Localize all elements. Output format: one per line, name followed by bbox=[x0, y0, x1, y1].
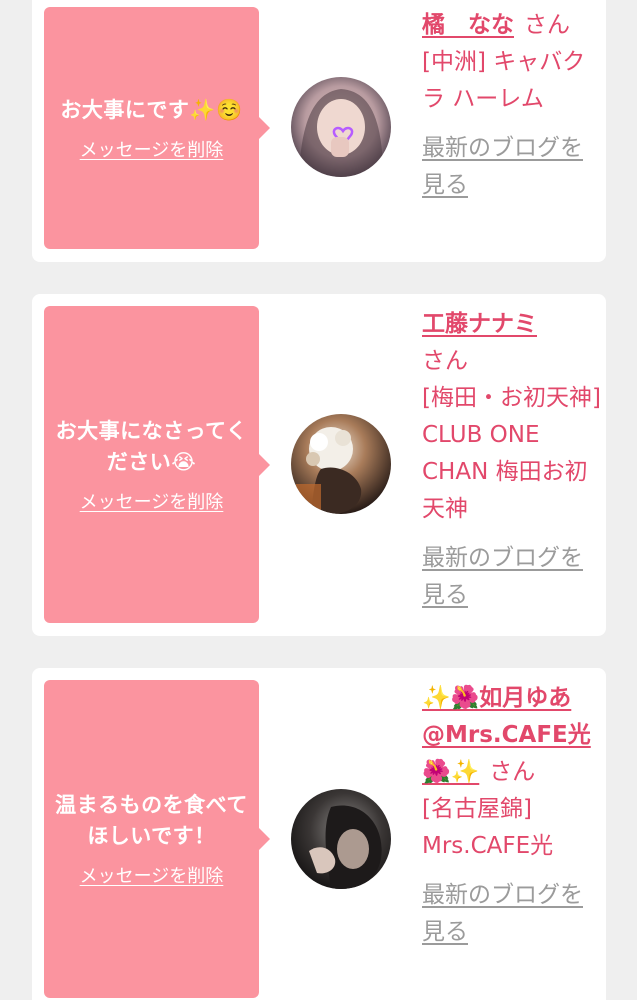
message-card: お大事になさってください😭 メッセージを削除 工藤ナナミ さん [梅田・お初天神… bbox=[32, 294, 606, 636]
message-bubble: お大事にです✨☺️ メッセージを削除 bbox=[44, 7, 270, 249]
message-card: 温まるものを食べてほしいです！ メッセージを削除 ✨🌺如月ゆあ@Mrs.CAFE… bbox=[32, 668, 606, 1000]
delete-message-link[interactable]: メッセージを削除 bbox=[80, 136, 224, 162]
message-list: お大事にです✨☺️ メッセージを削除 橘 なな さん [中洲] キャバクラ ハー… bbox=[0, 0, 637, 1000]
delete-message-link[interactable]: メッセージを削除 bbox=[80, 862, 224, 888]
latest-blog-link[interactable]: 最新のブログを見る bbox=[422, 540, 602, 614]
honorific-label: さん bbox=[422, 348, 468, 374]
message-bubble: お大事になさってください😭 メッセージを削除 bbox=[44, 306, 270, 623]
latest-blog-link[interactable]: 最新のブログを見る bbox=[422, 130, 602, 204]
avatar[interactable] bbox=[291, 77, 391, 177]
honorific-label: さん bbox=[524, 12, 570, 38]
message-text: お大事にです✨☺️ bbox=[60, 97, 243, 122]
sender-name-link[interactable]: 橘 なな bbox=[422, 12, 514, 38]
shop-name: [中洲] キャバクラ ハーレム bbox=[422, 49, 586, 112]
shop-name: [名古屋錦] Mrs.CAFE光 bbox=[422, 796, 554, 859]
avatar[interactable] bbox=[291, 414, 391, 514]
message-bubble: 温まるものを食べてほしいです！ メッセージを削除 bbox=[44, 680, 270, 998]
sender-info: 工藤ナナミ さん [梅田・お初天神] CLUB ONE CHAN 梅田お初天神 … bbox=[422, 306, 602, 614]
message-text: 温まるものを食べてほしいです！ bbox=[55, 793, 248, 848]
sender-info: 橘 なな さん [中洲] キャバクラ ハーレム 最新のブログを見る bbox=[422, 7, 602, 204]
sender-info: ✨🌺如月ゆあ@Mrs.CAFE光🌺✨ さん [名古屋錦] Mrs.CAFE光 最新… bbox=[422, 680, 602, 951]
honorific-label: さん bbox=[489, 759, 536, 785]
sender-name-link[interactable]: 工藤ナナミ bbox=[422, 311, 537, 337]
delete-message-link[interactable]: メッセージを削除 bbox=[80, 488, 224, 514]
shop-name: [梅田・お初天神] CLUB ONE CHAN 梅田お初天神 bbox=[422, 385, 601, 522]
message-card: お大事にです✨☺️ メッセージを削除 橘 なな さん [中洲] キャバクラ ハー… bbox=[32, 0, 606, 262]
message-text: お大事になさってください😭 bbox=[55, 418, 248, 474]
latest-blog-link[interactable]: 最新のブログを見る bbox=[422, 877, 602, 951]
avatar[interactable] bbox=[291, 789, 391, 889]
